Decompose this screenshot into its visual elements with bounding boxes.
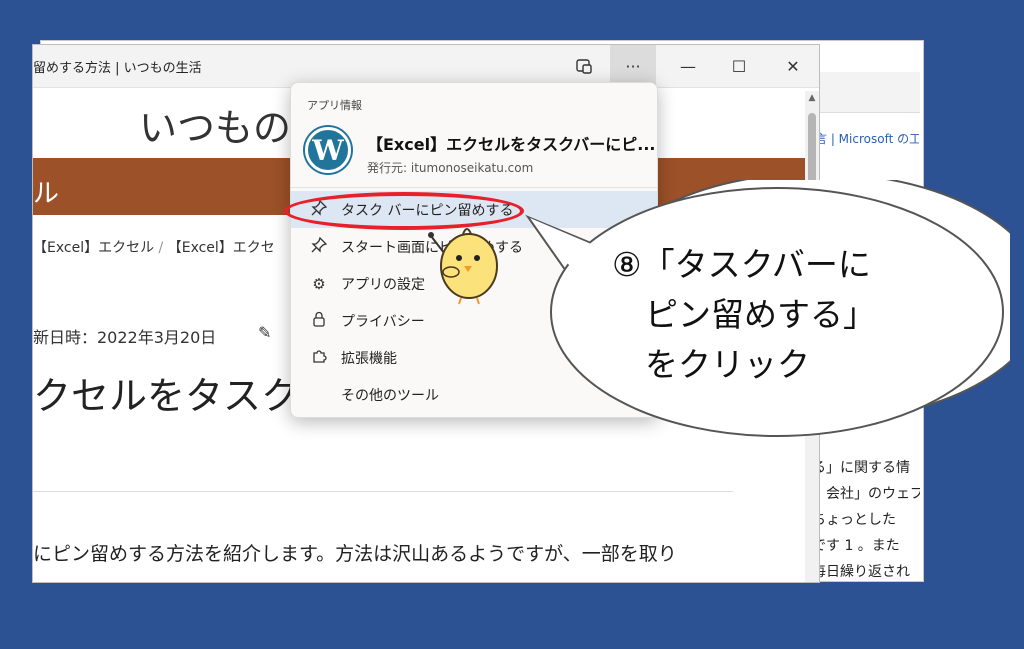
app-switch-icon[interactable] (561, 45, 607, 87)
breadcrumb-current: 【Excel】エクセ (167, 240, 275, 256)
scroll-up-icon[interactable]: ▲ (805, 91, 819, 105)
menu-item-label: 拡張機能 (341, 350, 397, 367)
background-breadcrumb[interactable]: 言 | Microsoft の工 (815, 130, 919, 147)
background-text-line: です 1 。また (812, 538, 900, 554)
lock-icon (307, 311, 331, 331)
site-title[interactable]: いつもの (139, 97, 291, 152)
gear-icon: ⚙ (312, 274, 326, 293)
wordpress-icon: W (305, 127, 351, 173)
content-divider (33, 491, 733, 492)
pencil-icon: ✎ (258, 323, 272, 342)
article-intro: にピン留めする方法を紹介します。方法は沢山あるようですが、一部を取り (33, 543, 677, 565)
close-button[interactable]: ✕ (770, 45, 816, 87)
category-band-text: ル (33, 179, 60, 209)
app-switch-icon-glyph (576, 59, 592, 74)
menu-item-label: アプリの設定 (341, 276, 425, 293)
background-text-line: 毎日繰り返され (812, 564, 910, 580)
menu-section-label: アプリ情報 (307, 99, 362, 112)
window-title: 留めする方法 | いつもの生活 (33, 61, 202, 76)
breadcrumb-separator: / (158, 240, 164, 256)
app-name: 【Excel】エクセルをタスクバーにピ... (367, 135, 656, 154)
callout-text: ⑧「タスクバーに ピン留めする」 をクリック (612, 245, 876, 384)
maximize-button[interactable]: ☐ (716, 45, 762, 87)
background-text-line: ちょっとした (812, 512, 896, 528)
background-toolbar (812, 72, 920, 113)
updated-date: 新日時：2022年3月20日 (33, 328, 217, 347)
menu-item-label: プライバシー (341, 313, 425, 330)
puzzle-icon (307, 348, 331, 368)
breadcrumb-link[interactable]: 【Excel】エクセル (33, 240, 154, 256)
minimize-button[interactable]: — (665, 45, 711, 87)
breadcrumb: 【Excel】エクセル / 【Excel】エクセ (33, 237, 275, 257)
menu-item-label: その他のツール (341, 387, 439, 404)
app-publisher: 発行元: itumonoseikatu.com (367, 161, 534, 175)
pin-icon (307, 236, 331, 257)
background-text-line: る」に関する情 (812, 460, 910, 476)
article-title: クセルをタスク (33, 374, 300, 418)
background-text-line: 」会社」のウェブ (812, 486, 920, 502)
more-options-button[interactable]: ··· (610, 45, 656, 87)
